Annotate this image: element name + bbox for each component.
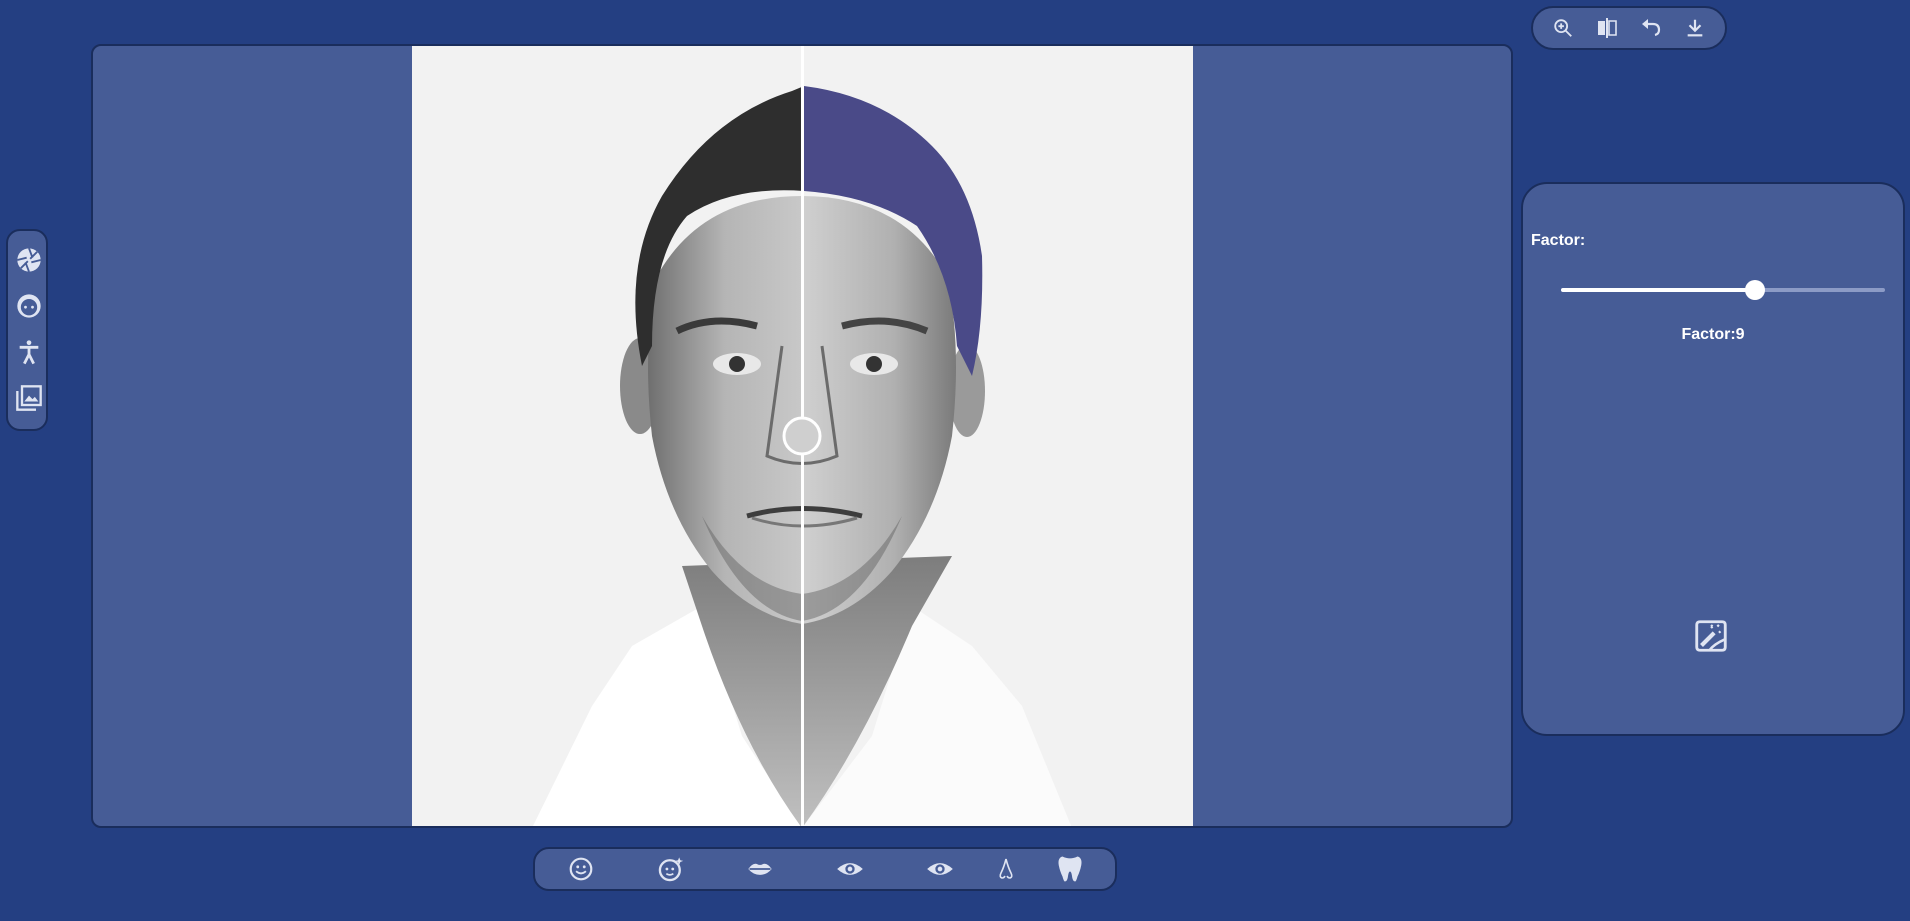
factor-label: Factor: (1531, 232, 1586, 249)
nose-icon (999, 858, 1013, 879)
body-button[interactable] (8, 329, 50, 375)
body-icon (19, 340, 39, 365)
face-icon (17, 294, 41, 318)
left-toolbar (6, 229, 48, 431)
tooth-icon (1058, 856, 1082, 882)
face-button[interactable] (8, 283, 50, 329)
lips-icon (748, 863, 772, 875)
gallery-icon (16, 385, 42, 411)
magic-wand-icon (1695, 620, 1727, 652)
aperture-icon (17, 248, 41, 272)
factor-value: Factor:9 (1681, 326, 1745, 343)
nose-button[interactable] (986, 849, 1026, 889)
compare-icon (1598, 18, 1617, 38)
settings-panel: Factor: Factor:9 (1521, 182, 1905, 736)
compare-button[interactable] (1589, 10, 1625, 46)
download-button[interactable] (1677, 10, 1713, 46)
smile-button[interactable] (561, 849, 601, 889)
auto-enhance-button[interactable] (1691, 616, 1731, 656)
tooth-button[interactable] (1050, 849, 1090, 889)
eye-icon (927, 863, 953, 875)
image-canvas (91, 44, 1513, 828)
bottom-toolbar (533, 847, 1117, 891)
gallery-button[interactable] (8, 375, 50, 421)
face-retouch-icon (658, 857, 684, 882)
zoom-button[interactable] (1545, 10, 1581, 46)
undo-icon (1642, 19, 1661, 37)
zoom-in-icon (1554, 19, 1572, 37)
download-icon (1687, 19, 1703, 37)
slider-thumb[interactable] (1745, 280, 1766, 300)
face-retouch-button[interactable] (651, 849, 691, 889)
eye-icon (837, 863, 863, 875)
top-toolbar (1531, 6, 1727, 50)
factor-slider[interactable] (1561, 280, 1885, 300)
slider-track (1755, 288, 1885, 292)
eye-button[interactable] (830, 849, 870, 889)
slider-track-fill (1561, 288, 1756, 292)
undo-button[interactable] (1633, 10, 1669, 46)
eye-button-2[interactable] (920, 849, 960, 889)
portrait-illustration (412, 46, 1193, 826)
lips-button[interactable] (740, 849, 780, 889)
portrait-photo (412, 46, 1193, 826)
aperture-button[interactable] (8, 237, 50, 283)
smile-face-icon (569, 857, 593, 881)
